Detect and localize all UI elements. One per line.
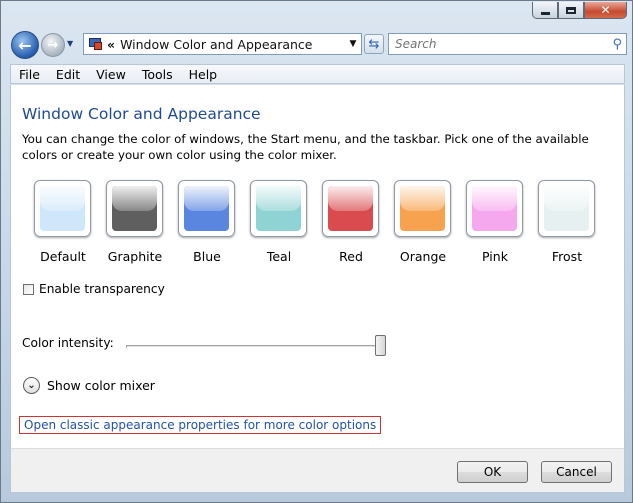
swatch-orange[interactable] <box>394 180 451 237</box>
search-input[interactable] <box>395 37 605 51</box>
address-bar[interactable]: « Window Color and Appearance ▼ <box>83 33 362 55</box>
breadcrumb-current[interactable]: Window Color and Appearance <box>120 37 312 52</box>
minimize-icon <box>540 11 550 15</box>
swatch-label: Pink <box>482 249 508 264</box>
breadcrumb-overflow[interactable]: « <box>107 37 115 52</box>
swatch-label: Default <box>40 249 86 264</box>
show-color-mixer-label: Show color mixer <box>47 378 155 393</box>
menu-view[interactable]: View <box>88 67 134 82</box>
refresh-button[interactable]: ⇆ <box>364 34 384 54</box>
window: ✕ ← → ▼ « Window Color and Appearance ▼ … <box>0 0 633 503</box>
swatch-label: Teal <box>266 249 292 264</box>
back-arrow-icon: ← <box>18 35 32 55</box>
color-intensity-slider-track[interactable] <box>126 345 386 348</box>
menu-help[interactable]: Help <box>181 67 226 82</box>
swatch-red[interactable] <box>322 180 379 237</box>
swatch-label: Blue <box>193 249 221 264</box>
swatch-graphite[interactable] <box>106 180 163 237</box>
swatch-frost[interactable] <box>538 180 595 237</box>
swatch-teal[interactable] <box>250 180 307 237</box>
refresh-icon: ⇆ <box>368 36 380 52</box>
enable-transparency-checkbox[interactable]: Enable transparency <box>23 282 165 296</box>
recent-pages-dropdown[interactable]: ▼ <box>67 39 73 48</box>
search-box[interactable]: ⚲ <box>388 33 627 55</box>
swatch-default[interactable] <box>34 180 91 237</box>
cancel-button[interactable]: Cancel <box>541 461 612 483</box>
forward-arrow-icon: → <box>47 37 59 53</box>
menu-bar: File Edit View Tools Help <box>10 64 625 84</box>
close-button[interactable]: ✕ <box>584 2 627 19</box>
menu-edit[interactable]: Edit <box>48 67 88 82</box>
swatch-pink[interactable] <box>466 180 523 237</box>
checkbox-box[interactable] <box>23 283 34 295</box>
show-color-mixer-toggle[interactable]: ⌄ Show color mixer <box>23 377 155 394</box>
menu-file[interactable]: File <box>11 67 48 82</box>
close-icon: ✕ <box>600 3 611 17</box>
page-description: You can change the color of windows, the… <box>22 132 589 162</box>
maximize-button[interactable] <box>558 2 584 19</box>
forward-button[interactable]: → <box>41 33 65 57</box>
color-intensity-label: Color intensity: <box>22 336 114 350</box>
color-intensity-slider-thumb[interactable] <box>375 335 386 356</box>
minimize-button[interactable] <box>532 2 558 19</box>
enable-transparency-label: Enable transparency <box>39 282 165 296</box>
chevron-down-icon[interactable]: ⌄ <box>23 377 40 394</box>
swatch-label: Graphite <box>107 249 163 264</box>
back-button[interactable]: ← <box>11 31 39 59</box>
ok-button[interactable]: OK <box>457 461 528 483</box>
swatch-label: Red <box>339 249 363 264</box>
swatch-blue[interactable] <box>178 180 235 237</box>
swatch-label: Orange <box>399 249 447 264</box>
caption-buttons: ✕ <box>532 2 627 19</box>
address-dropdown-icon[interactable]: ▼ <box>345 39 361 49</box>
menu-tools[interactable]: Tools <box>134 67 181 82</box>
button-bar: OK Cancel <box>10 448 625 493</box>
navigation-bar: ← → ▼ « Window Color and Appearance ▼ ⇆ … <box>11 31 627 59</box>
search-icon[interactable]: ⚲ <box>612 37 622 52</box>
content-pane: Window Color and Appearance You can chan… <box>10 85 625 448</box>
swatch-label: Frost <box>551 249 583 264</box>
maximize-icon <box>566 6 576 14</box>
page-title: Window Color and Appearance <box>22 105 261 123</box>
classic-appearance-link[interactable]: Open classic appearance properties for m… <box>19 416 382 434</box>
control-panel-icon <box>88 37 103 51</box>
